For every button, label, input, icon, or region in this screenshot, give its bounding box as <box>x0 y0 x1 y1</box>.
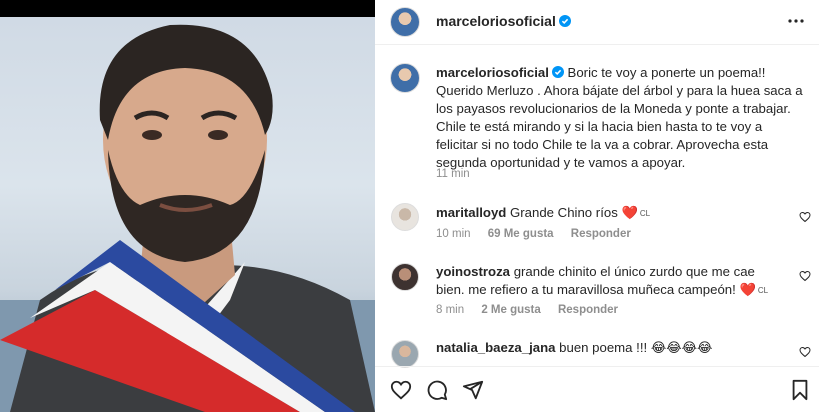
comment-time[interactable]: 8 min <box>436 304 464 316</box>
comments-panel: marceloriosoficial marceloriosoficial Bo… <box>375 0 819 412</box>
caption-meta: 11 min <box>436 168 470 180</box>
comment-username[interactable]: yoinostroza <box>436 264 510 279</box>
comment-icon[interactable] <box>426 379 448 401</box>
comment-avatar[interactable] <box>391 263 419 291</box>
country-flag: CL <box>639 209 651 218</box>
comment-text: buen poema !!! 😂😂😂😂 <box>559 340 713 355</box>
comment-meta: 8 min 2 Me gusta Responder <box>436 304 618 316</box>
bookmark-icon[interactable] <box>789 379 811 401</box>
verified-badge-icon <box>558 15 571 27</box>
reply-button[interactable]: Responder <box>571 228 631 240</box>
post-action-bar <box>375 366 819 413</box>
comment-item: natalia_baeza_jana buen poema !!! 😂😂😂😂 <box>436 339 781 357</box>
post-photo[interactable] <box>0 0 375 412</box>
comment-username[interactable]: natalia_baeza_jana <box>436 340 556 355</box>
reply-button[interactable]: Responder <box>558 304 618 316</box>
comment-item: yoinostroza grande chinito el único zurd… <box>436 263 781 300</box>
country-flag: CL <box>757 286 769 295</box>
caption-time[interactable]: 11 min <box>436 168 470 180</box>
comment-text: Grande Chino ríos ❤️ <box>510 205 638 220</box>
comment-avatar[interactable] <box>391 340 419 368</box>
comment-username[interactable]: maritalloyd <box>436 205 506 220</box>
comment-like-icon[interactable] <box>799 346 811 358</box>
portrait-illustration <box>0 24 375 412</box>
more-horizontal-icon[interactable] <box>787 12 805 30</box>
post-header: marceloriosoficial <box>375 0 819 45</box>
caption-username[interactable]: marceloriosoficial <box>436 65 549 80</box>
header-username-text[interactable]: marceloriosoficial <box>436 13 556 29</box>
verified-badge-icon <box>551 66 564 78</box>
comment-meta: 10 min 69 Me gusta Responder <box>436 228 631 240</box>
caption-text: Boric te voy a ponerte un poema!! Querid… <box>436 65 803 170</box>
comment-like-icon[interactable] <box>799 270 811 282</box>
caption-avatar[interactable] <box>390 63 420 93</box>
heart-icon[interactable] <box>390 379 412 401</box>
comment-time[interactable]: 10 min <box>436 228 471 240</box>
header-username[interactable]: marceloriosoficial <box>436 13 571 29</box>
author-avatar[interactable] <box>390 7 420 37</box>
comment-likes[interactable]: 69 Me gusta <box>488 228 554 240</box>
send-icon[interactable] <box>462 379 484 401</box>
comment-avatar[interactable] <box>391 203 419 231</box>
comment-likes[interactable]: 2 Me gusta <box>481 304 540 316</box>
post-caption: marceloriosoficial Boric te voy a ponert… <box>436 64 806 172</box>
instagram-post-view: marceloriosoficial marceloriosoficial Bo… <box>0 0 819 412</box>
comment-like-icon[interactable] <box>799 211 811 223</box>
caption-username-text[interactable]: marceloriosoficial <box>436 65 549 80</box>
comment-item: maritalloyd Grande Chino ríos ❤️ CL <box>436 204 781 223</box>
